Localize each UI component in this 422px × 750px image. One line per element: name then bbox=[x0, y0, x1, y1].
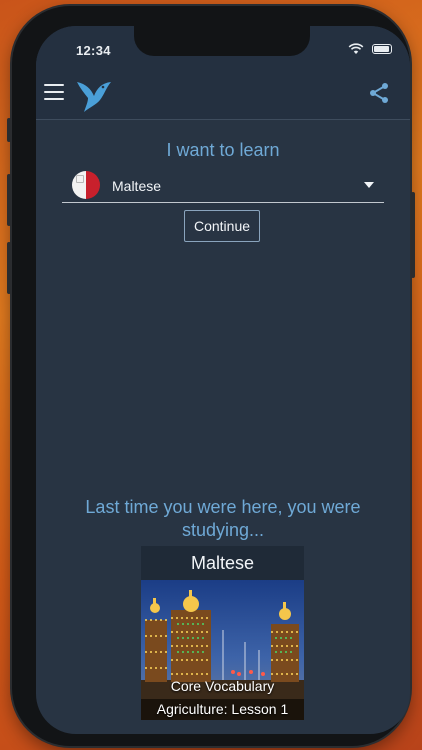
notch bbox=[134, 26, 310, 56]
wifi-icon bbox=[348, 43, 364, 54]
volume-up-button bbox=[7, 174, 11, 226]
lesson-name: Agriculture: Lesson 1 bbox=[141, 699, 304, 720]
selected-language: Maltese bbox=[112, 178, 162, 194]
course-thumbnail: Core Vocabulary Agriculture: Lesson 1 bbox=[141, 580, 304, 720]
status-bar: 12:34 bbox=[36, 26, 410, 68]
app-bar bbox=[36, 68, 410, 120]
main-content: I want to learn Maltese Continue Last ti… bbox=[36, 120, 410, 734]
recent-course-card[interactable]: Maltese Core Vocabulary Agriculture: Les… bbox=[141, 546, 304, 720]
course-name: Core Vocabulary bbox=[170, 678, 275, 694]
language-dropdown[interactable]: Maltese bbox=[62, 168, 384, 203]
bird-logo-icon bbox=[77, 82, 111, 112]
chevron-down-icon bbox=[364, 182, 374, 188]
phone-frame: 12:34 I want to learn Maltese Continue L… bbox=[7, 6, 415, 746]
battery-icon bbox=[372, 44, 392, 54]
status-time: 12:34 bbox=[76, 43, 111, 58]
status-icons bbox=[348, 43, 392, 55]
continue-button[interactable]: Continue bbox=[184, 210, 260, 242]
mute-switch bbox=[7, 118, 11, 142]
volume-down-button bbox=[7, 242, 11, 294]
learn-heading: I want to learn bbox=[166, 140, 280, 160]
app-screen: 12:34 I want to learn Maltese Continue L… bbox=[36, 26, 410, 734]
course-language-title: Maltese bbox=[141, 546, 304, 580]
power-button bbox=[411, 192, 415, 278]
share-icon[interactable] bbox=[368, 82, 390, 104]
hamburger-menu-icon[interactable] bbox=[44, 84, 64, 100]
malta-flag-icon bbox=[72, 171, 100, 199]
last-session-message: Last time you were here, you were studyi… bbox=[85, 497, 361, 540]
